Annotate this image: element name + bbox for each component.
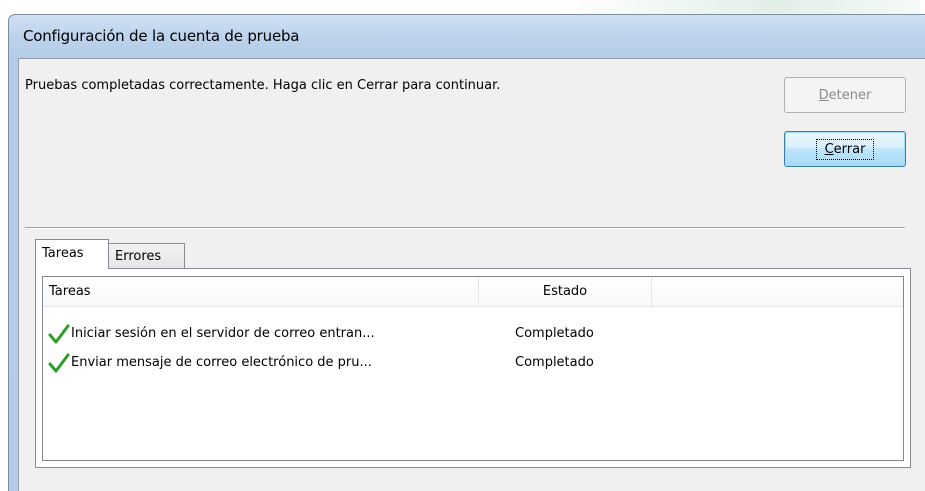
task-name: Enviar mensaje de correo electrónico de … <box>71 355 372 370</box>
column-header-estado[interactable]: Estado <box>479 277 652 306</box>
title-bar[interactable]: Configuración de la cuenta de prueba <box>9 15 925 57</box>
task-status: Completado <box>515 355 594 370</box>
tab-tareas[interactable]: Tareas <box>35 239 109 269</box>
close-button[interactable]: Cerrar <box>784 131 906 167</box>
checkmark-icon <box>48 353 70 373</box>
list-header: Tareas Estado <box>43 277 903 307</box>
tab-panel-tareas: Tareas Estado Iniciar sesión en el servi… <box>35 268 911 468</box>
task-name: Iniciar sesión en el servidor de correo … <box>71 326 375 341</box>
column-header-empty[interactable] <box>652 277 904 306</box>
separator <box>25 227 905 229</box>
stop-button[interactable]: Detener <box>784 77 906 113</box>
tasks-list[interactable]: Tareas Estado Iniciar sesión en el servi… <box>42 276 904 461</box>
task-status: Completado <box>515 326 594 341</box>
status-message: Pruebas completadas correctamente. Haga … <box>25 78 501 93</box>
tab-errores[interactable]: Errores <box>108 243 185 269</box>
list-item[interactable]: Enviar mensaje de correo electrónico de … <box>43 350 903 378</box>
window-title: Configuración de la cuenta de prueba <box>23 27 300 45</box>
dialog-window: Configuración de la cuenta de prueba Pru… <box>8 14 925 491</box>
list-item[interactable]: Iniciar sesión en el servidor de correo … <box>43 321 903 349</box>
dialog-client-area: Pruebas completadas correctamente. Haga … <box>18 58 925 491</box>
stop-button-label: Detener <box>818 87 872 103</box>
checkmark-icon <box>48 324 70 344</box>
close-button-label: Cerrar <box>815 138 875 160</box>
column-header-tareas[interactable]: Tareas <box>43 277 479 306</box>
